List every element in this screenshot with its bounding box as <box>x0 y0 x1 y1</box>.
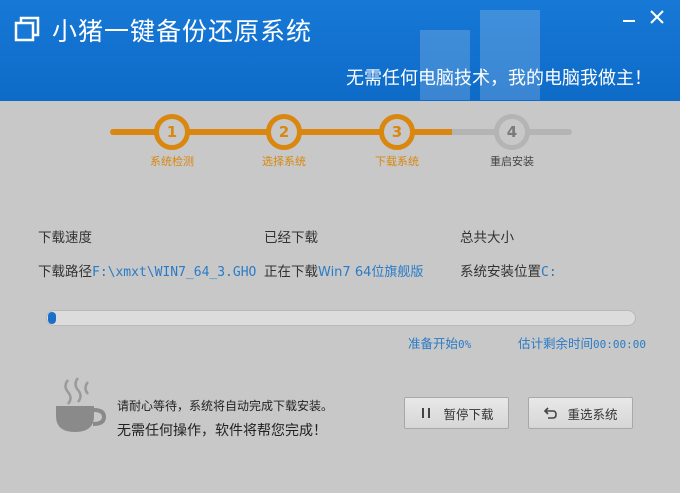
step-label: 系统检测 <box>150 155 194 168</box>
time-remaining-value: 00:00:00 <box>593 338 646 351</box>
total-size: 总共大小 <box>460 226 514 246</box>
close-icon[interactable] <box>648 8 666 26</box>
total-size-label: 总共大小 <box>460 230 514 246</box>
install-location: 系统安装位置C: <box>460 260 557 280</box>
time-remaining-label: 估计剩余时间 <box>518 336 594 351</box>
time-remaining: 估计剩余时间00:00:00 <box>518 333 646 352</box>
coffee-cup-icon <box>56 377 107 432</box>
pause-icon <box>422 408 431 418</box>
downloaded-size: 已经下载 <box>264 226 318 246</box>
app-title: 小猪一键备份还原系统 <box>52 17 313 46</box>
downloading-label: 正在下载 <box>264 264 318 280</box>
step-number: 4 <box>494 114 530 150</box>
minimize-icon[interactable] <box>620 8 638 26</box>
downloading-value: Win7 64位旗舰版 <box>318 265 424 280</box>
downloading-item: 正在下载Win7 64位旗舰版 <box>264 260 423 280</box>
pause-download-label: 暂停下载 <box>443 406 494 422</box>
step-number: 2 <box>266 114 302 150</box>
step-2: 2 选择系统 <box>244 114 324 169</box>
install-location-value: C: <box>541 265 557 280</box>
title-bar: 小猪一键备份还原系统 无需任何电脑技术，我的电脑我做主！ <box>0 0 680 101</box>
download-progress-fill <box>48 312 56 324</box>
progress-start-label: 准备开始 <box>408 336 459 351</box>
download-path: 下载路径F:\xmxt\WIN7_64_3.GHO <box>38 260 256 280</box>
step-label: 重启安装 <box>490 155 534 168</box>
step-number: 3 <box>379 114 415 150</box>
step-1: 1 系统检测 <box>132 114 212 169</box>
step-4: 4 重启安装 <box>472 114 552 169</box>
slogan: 无需任何电脑技术，我的电脑我做主！ <box>346 68 652 89</box>
step-3: 3 下载系统 <box>357 114 437 169</box>
download-path-value: F:\xmxt\WIN7_64_3.GHO <box>92 265 257 280</box>
download-path-label: 下载路径 <box>38 264 92 280</box>
undo-icon <box>544 407 558 419</box>
download-speed: 下载速度 <box>38 226 92 246</box>
reselect-system-button[interactable]: 重选系统 <box>528 397 633 429</box>
progress-status: 准备开始0% <box>408 333 471 352</box>
pause-download-button[interactable]: 暂停下载 <box>404 397 509 429</box>
step-label: 下载系统 <box>375 155 419 168</box>
download-progress-bar <box>46 310 636 326</box>
download-speed-label: 下载速度 <box>38 230 92 246</box>
app-logo-icon <box>14 16 40 42</box>
progress-percent: 0% <box>458 338 472 351</box>
no-action-message: 无需任何操作，软件将帮您完成！ <box>117 423 327 439</box>
step-number: 1 <box>154 114 190 150</box>
install-location-label: 系统安装位置 <box>460 264 541 280</box>
downloaded-label: 已经下载 <box>264 230 318 246</box>
reselect-system-label: 重选系统 <box>567 406 618 422</box>
step-label: 选择系统 <box>262 155 306 168</box>
step-indicator: 1 系统检测 2 选择系统 3 下载系统 4 重启安装 <box>110 114 572 174</box>
wait-message: 请耐心等待，系统将自动完成下载安装。 <box>117 399 334 413</box>
